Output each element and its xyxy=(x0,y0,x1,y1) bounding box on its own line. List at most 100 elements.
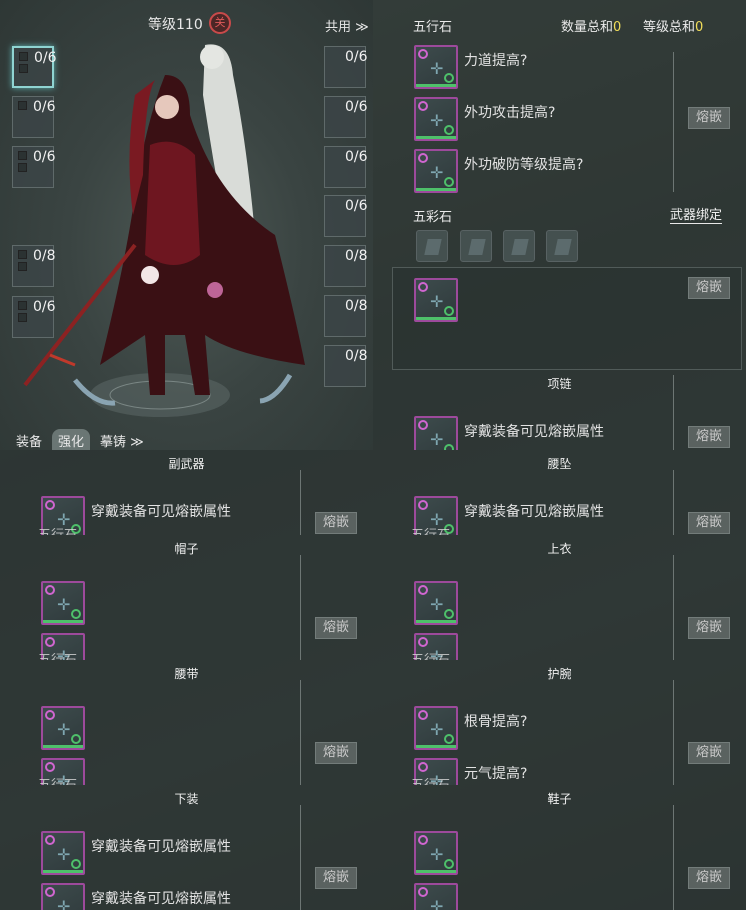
leaf-icon xyxy=(71,859,81,869)
equip-slot-right[interactable]: 0/8 xyxy=(324,295,368,337)
weapon-bind-toggle[interactable]: 武器绑定 xyxy=(670,204,723,224)
pin-icon xyxy=(418,101,428,111)
level-total-label: 等级总和0 xyxy=(643,20,704,35)
gem-slot[interactable]: ✛ xyxy=(414,706,458,750)
color-stone-slot[interactable] xyxy=(416,230,448,262)
pin-icon xyxy=(418,585,428,595)
inlay-button[interactable]: 熔嵌 xyxy=(688,277,730,299)
slot-count: 0/8 xyxy=(345,248,368,264)
pin-icon xyxy=(418,762,428,772)
equip-slot-right[interactable]: 0/6 xyxy=(324,96,368,138)
gem-slot[interactable]: ✛ xyxy=(414,581,458,625)
pin-icon xyxy=(45,835,55,845)
pin-icon xyxy=(418,500,428,510)
leaf-icon xyxy=(444,306,454,316)
pin-icon xyxy=(45,710,55,720)
gem-slot[interactable]: ✛ xyxy=(414,883,458,910)
pin-icon xyxy=(418,282,428,292)
plus-icon: ✛ xyxy=(430,897,444,910)
divider xyxy=(300,555,301,660)
equip-slot-right[interactable]: 0/6 xyxy=(324,195,368,237)
plus-icon: ✛ xyxy=(57,897,71,910)
card-title: 腰坠 xyxy=(547,457,572,471)
gem-slot[interactable]: ✛ xyxy=(414,831,458,875)
level-label: 等级110 xyxy=(148,17,203,33)
card-title: 腰带 xyxy=(174,667,199,681)
leaf-icon xyxy=(444,73,454,83)
plus-icon: ✛ xyxy=(430,292,444,311)
gem-slot[interactable]: ✛ xyxy=(414,149,458,193)
divider xyxy=(300,805,301,910)
gem-slot[interactable]: ✛ xyxy=(414,416,458,450)
plus-icon: ✛ xyxy=(430,595,444,614)
inlay-button[interactable]: 熔嵌 xyxy=(315,617,357,639)
equip-slot-right[interactable]: 0/6 xyxy=(324,46,368,88)
gem-slot[interactable]: ✛ xyxy=(41,883,85,910)
pin-icon xyxy=(418,887,428,897)
tab-forge[interactable]: 摹铸 ≫ xyxy=(94,429,150,450)
ghost-header: 五行石 xyxy=(411,774,450,785)
equip-slot-right[interactable]: 0/8 xyxy=(324,345,368,387)
gem-slot[interactable]: ✛ xyxy=(41,831,85,875)
divider xyxy=(673,805,674,910)
tab-equipment[interactable]: 装备 xyxy=(10,429,48,450)
card-title: 鞋子 xyxy=(547,792,572,806)
card-title: 护腕 xyxy=(547,667,572,681)
color-stone-slot[interactable] xyxy=(546,230,578,262)
character-panel: 等级110 关 共用 ≫ 0/6 0/6 0/6 0/8 0/6 0/6 0/6… xyxy=(0,0,373,450)
inlay-button[interactable]: 熔嵌 xyxy=(688,107,730,129)
color-stone-slot[interactable] xyxy=(460,230,492,262)
gem-slot[interactable]: ✛ xyxy=(414,45,458,89)
divider xyxy=(673,470,674,535)
leaf-icon xyxy=(444,609,454,619)
gem-slot[interactable]: ✛ xyxy=(41,706,85,750)
pin-icon xyxy=(418,153,428,163)
plus-icon: ✛ xyxy=(430,111,444,130)
ghost-header: 五行石 xyxy=(38,524,77,535)
leaf-icon xyxy=(444,177,454,187)
inlay-button[interactable]: 熔嵌 xyxy=(688,867,730,889)
count-total-label: 数量总和0 xyxy=(561,20,622,35)
divider xyxy=(673,52,674,192)
gem-attribute: 外功破防等级提高? xyxy=(464,157,584,173)
shared-toggle[interactable]: 共用 ≫ xyxy=(325,16,369,35)
inlay-button[interactable]: 熔嵌 xyxy=(315,867,357,889)
gem-slot[interactable]: ✛ xyxy=(414,97,458,141)
divider xyxy=(300,680,301,785)
plus-icon: ✛ xyxy=(430,430,444,449)
pin-icon xyxy=(45,500,55,510)
equipment-card: 腰带✛✛熔嵌五行石 xyxy=(0,660,373,785)
equip-slot-right[interactable]: 0/6 xyxy=(324,146,368,188)
plus-icon: ✛ xyxy=(430,720,444,739)
card-title: 副武器 xyxy=(168,457,205,471)
equipment-card: 下装 ✛ 穿戴装备可见熔嵌属性 ✛ 穿戴装备可见熔嵌属性 熔嵌 xyxy=(0,785,373,910)
slot-count: 0/6 xyxy=(345,149,368,165)
equip-slot-right[interactable]: 0/8 xyxy=(324,245,368,287)
gem-attribute: 穿戴装备可见熔嵌属性 xyxy=(91,504,231,520)
inlay-button[interactable]: 熔嵌 xyxy=(315,742,357,764)
inlay-button[interactable]: 熔嵌 xyxy=(688,742,730,764)
gem-attribute: 穿戴装备可见熔嵌属性 xyxy=(91,839,231,855)
gem-attribute: 穿戴装备可见熔嵌属性 xyxy=(464,504,604,520)
leaf-icon xyxy=(444,734,454,744)
card-title: 下装 xyxy=(174,792,199,806)
color-stone-slot[interactable] xyxy=(503,230,535,262)
inlay-button[interactable]: 熔嵌 xyxy=(315,512,357,534)
plus-icon: ✛ xyxy=(430,59,444,78)
inlay-button[interactable]: 熔嵌 xyxy=(688,617,730,639)
gem-attribute: 外功攻击提高? xyxy=(464,105,556,121)
plus-icon: ✛ xyxy=(57,720,71,739)
equipment-card: 腰坠✛穿戴装备可见熔嵌属性✛熔嵌五行石 xyxy=(373,450,746,535)
slot-count: 0/6 xyxy=(345,198,368,214)
inlay-button[interactable]: 熔嵌 xyxy=(688,426,730,448)
divider xyxy=(300,470,301,535)
tab-enhance[interactable]: 强化 xyxy=(52,429,91,450)
gem-attribute: 元气提高? xyxy=(464,766,528,782)
ghost-header: 五行石 xyxy=(38,649,77,660)
leaf-icon xyxy=(71,609,81,619)
inlay-button[interactable]: 熔嵌 xyxy=(688,512,730,534)
slot-count: 0/6 xyxy=(345,49,368,65)
gem-slot[interactable]: ✛ xyxy=(41,581,85,625)
gem-slot[interactable]: ✛ xyxy=(414,278,458,322)
card-title: 上衣 xyxy=(547,542,572,556)
